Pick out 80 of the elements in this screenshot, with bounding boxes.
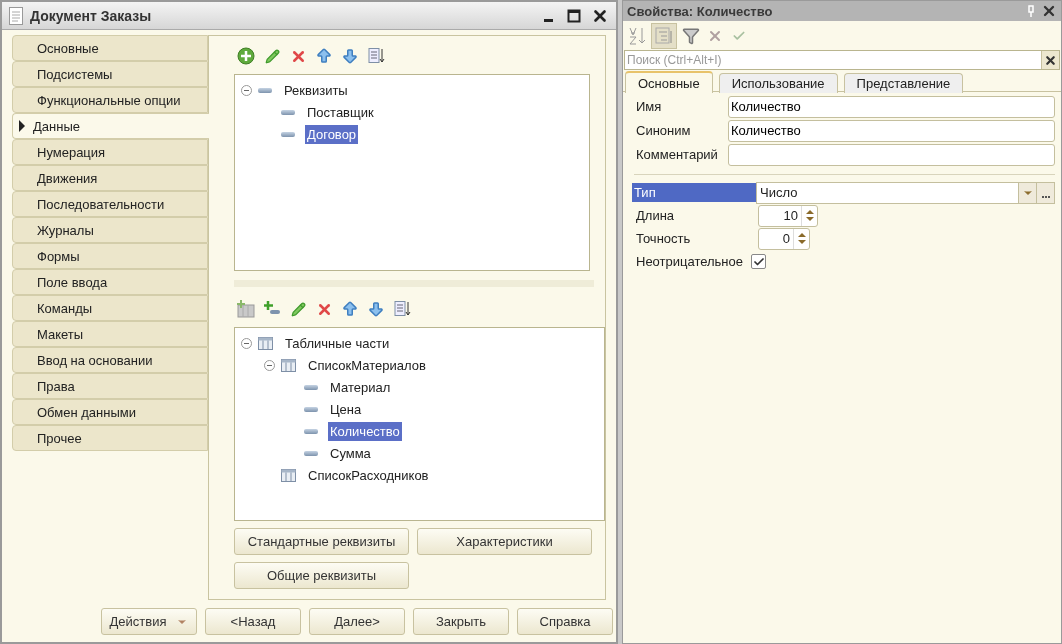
tree-item[interactable]: СписокРасходников [306, 465, 431, 485]
field-label: Тип [632, 183, 756, 202]
document-icon [8, 6, 24, 25]
tree-item[interactable]: Поставщик [305, 102, 376, 122]
section-tab[interactable]: Движения [12, 165, 208, 191]
section-tab[interactable]: Нумерация [12, 139, 208, 165]
add-icon[interactable] [236, 46, 256, 66]
field-label: Длина [635, 207, 676, 225]
tree-item[interactable]: Количество [328, 421, 402, 441]
select-value: Число [759, 185, 799, 200]
list-sort-icon[interactable] [367, 47, 385, 65]
footer-button[interactable]: Действия [101, 608, 197, 635]
sort-alphabetical-icon[interactable] [627, 25, 647, 46]
close-icon[interactable] [1041, 3, 1057, 19]
field-label: Точность [635, 230, 692, 248]
number-field[interactable]: 10 [758, 204, 818, 227]
field-label: Неотрицательное [635, 253, 744, 271]
attribute-icon [304, 406, 318, 412]
pointer-icon [19, 120, 25, 132]
field-label: Имя [635, 98, 663, 116]
section-tab[interactable]: Прочее [12, 425, 208, 451]
section-tab[interactable]: Макеты [12, 321, 208, 347]
type-select[interactable]: Число [756, 181, 1055, 204]
section-tab[interactable]: Права [12, 373, 208, 399]
tree-item[interactable]: Реквизиты [282, 80, 350, 100]
section-tab[interactable]: Данные [12, 113, 209, 139]
text-field[interactable] [728, 143, 1055, 166]
move-down-icon[interactable] [366, 299, 386, 319]
tree-item[interactable]: Цена [328, 399, 364, 419]
section-tab[interactable]: Журналы [12, 217, 208, 243]
checkbox[interactable] [751, 254, 766, 269]
footer-button[interactable]: Справка [517, 608, 613, 635]
panel-title: Свойства: Количество [627, 3, 774, 19]
window-title: Документ Заказы [30, 7, 153, 24]
footer-button[interactable]: <Назад [205, 608, 301, 635]
section-tab[interactable]: Подсистемы [12, 61, 208, 87]
section-tab[interactable]: Основные [12, 35, 208, 61]
minimize-icon [543, 19, 553, 22]
section-tab[interactable]: Команды [12, 295, 208, 321]
section-tab[interactable]: Ввод на основании [12, 347, 208, 373]
add-table-icon[interactable] [236, 299, 256, 319]
section-tab[interactable]: Последовательности [12, 191, 208, 217]
field-label: Синоним [635, 122, 692, 140]
move-down-icon[interactable] [340, 46, 360, 66]
attribute-icon [281, 109, 295, 115]
section-tab[interactable]: Формы [12, 243, 208, 269]
more-button[interactable] [1036, 182, 1054, 203]
clear-icon[interactable] [1041, 51, 1059, 69]
section-tab[interactable]: Обмен данными [12, 399, 208, 425]
attribute-icon [304, 428, 318, 434]
tree-item[interactable]: Договор [305, 124, 359, 144]
panel-button[interactable]: Характеристики [417, 528, 592, 555]
panel-button[interactable]: Стандартные реквизиты [234, 528, 409, 555]
list-sort-icon[interactable] [393, 300, 411, 318]
panel-button[interactable]: Общие реквизиты [234, 562, 409, 589]
table-icon [281, 358, 296, 372]
field-label: Комментарий [635, 146, 719, 164]
attribute-icon [258, 87, 272, 93]
tree-item[interactable]: Сумма [328, 443, 373, 463]
table-icon [281, 468, 296, 482]
move-up-icon[interactable] [340, 299, 360, 319]
section-tab[interactable]: Функциональные опции [12, 87, 208, 113]
attribute-icon [304, 450, 318, 456]
pin-icon[interactable] [1027, 5, 1035, 17]
move-up-icon[interactable] [314, 46, 334, 66]
tree-item[interactable]: Табличные части [283, 333, 392, 353]
tree-item[interactable]: СписокМатериалов [306, 355, 428, 375]
tab[interactable]: Использование [718, 73, 838, 93]
section-tab[interactable]: Поле ввода [12, 269, 208, 295]
attribute-icon [304, 384, 318, 390]
table-icon [258, 336, 273, 350]
text-field[interactable]: Количество [728, 119, 1055, 142]
footer-button[interactable]: Далее> [309, 608, 405, 635]
tab[interactable]: Представление [843, 73, 964, 93]
footer-button[interactable]: Закрыть [413, 608, 509, 635]
tree-item[interactable]: Материал [328, 377, 393, 397]
text-field[interactable]: Количество [728, 95, 1055, 118]
attribute-icon [281, 131, 295, 137]
tab[interactable]: Основные [625, 71, 713, 93]
number-field[interactable]: 0 [758, 227, 810, 250]
